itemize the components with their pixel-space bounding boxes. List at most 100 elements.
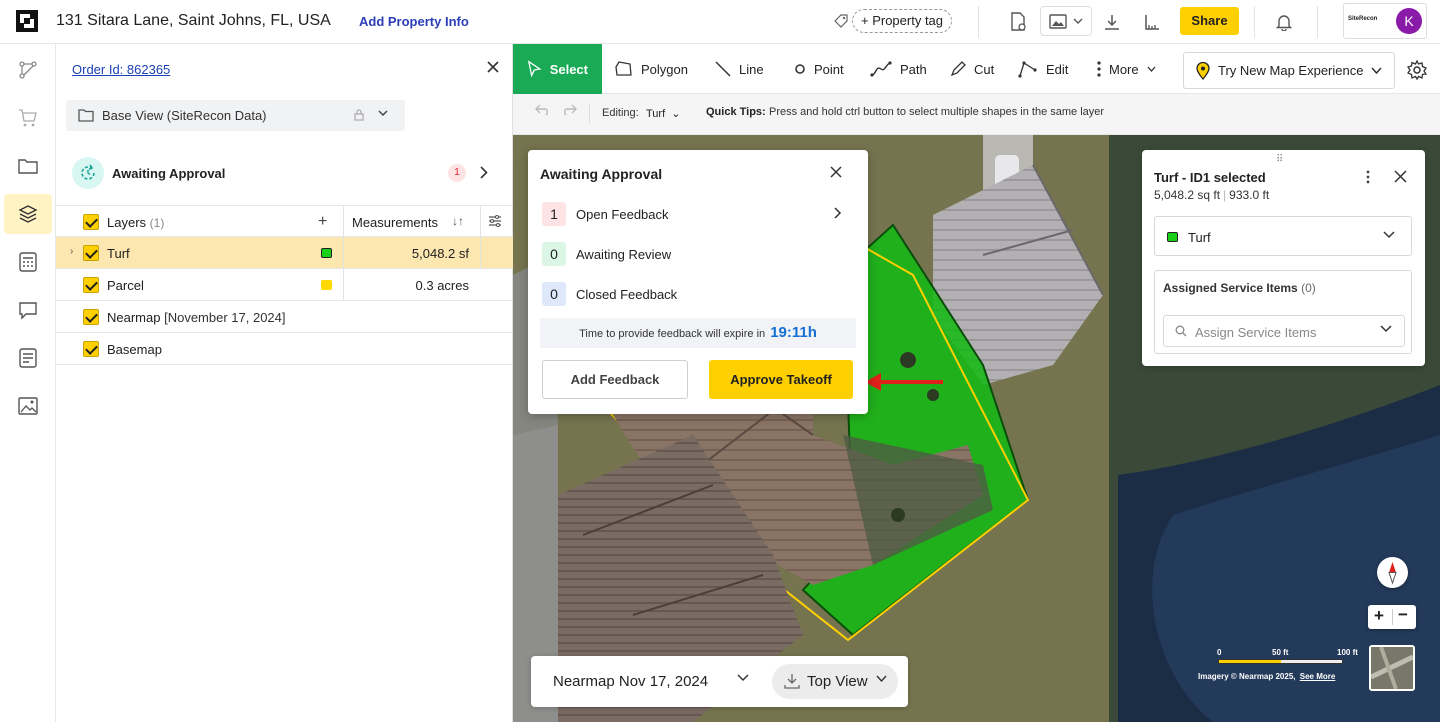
more-tool[interactable]: More [1097, 44, 1156, 94]
column-divider [343, 269, 344, 301]
rail-cart-icon[interactable] [4, 98, 52, 138]
base-view-selector[interactable]: Base View (SiteRecon Data) [66, 100, 405, 131]
approve-takeoff-button[interactable]: Approve Takeoff [709, 360, 853, 399]
select-tool-label: Select [549, 61, 588, 77]
layer-checkbox[interactable] [83, 277, 99, 293]
layer-measurement: 5,048.2 sf [411, 246, 469, 261]
share-button[interactable]: Share [1180, 7, 1239, 35]
gear-icon[interactable] [1407, 60, 1427, 80]
column-settings-icon[interactable] [488, 214, 502, 228]
point-tool-label: Point [814, 61, 844, 77]
redo-icon[interactable] [561, 104, 577, 116]
close-icon[interactable] [830, 166, 842, 178]
property-address: 131 Sitara Lane, Saint Johns, FL, USA [56, 12, 331, 29]
awaiting-review-label: Awaiting Review [576, 247, 672, 262]
view-mode-dropdown[interactable]: Top View [772, 664, 898, 699]
awaiting-approval-row[interactable]: Awaiting Approval 1 [56, 148, 513, 198]
chevron-right-icon [834, 207, 842, 219]
popup-title: Awaiting Approval [540, 166, 663, 182]
base-view-label: Base View (SiteRecon Data) [102, 108, 267, 123]
cut-tool[interactable]: Cut [950, 44, 994, 94]
image-dropdown[interactable] [1040, 6, 1092, 36]
sort-icon[interactable]: ↓↑ [452, 214, 464, 228]
bell-icon[interactable] [1272, 10, 1296, 34]
kebab-icon [1097, 61, 1101, 77]
layer-row-parcel[interactable]: Parcel 0.3 acres [56, 269, 513, 301]
try-new-map-experience-dropdown[interactable]: Try New Map Experience [1183, 52, 1395, 89]
chevron-down-icon[interactable] [737, 674, 749, 682]
approval-count-badge: 1 [448, 164, 466, 182]
layer-checkbox[interactable] [83, 309, 99, 325]
layer-checkbox[interactable] [83, 341, 99, 357]
edit-tool-label: Edit [1046, 61, 1069, 77]
layer-checkbox[interactable] [83, 245, 99, 261]
rail-chat-icon[interactable] [4, 290, 52, 330]
edit-tool[interactable]: Edit [1018, 44, 1068, 94]
scale-bar-graphic [1218, 659, 1343, 664]
chevron-down-icon [1371, 67, 1383, 74]
zoom-out-button[interactable]: − [1398, 605, 1408, 625]
rail-calculator-icon[interactable] [4, 242, 52, 282]
siterecon-logo-icon[interactable] [16, 10, 38, 32]
scale-tick-0: 0 [1217, 648, 1222, 657]
selection-measurements: 5,048.2 sq ft | 933.0 ft [1154, 188, 1270, 202]
left-rail [0, 44, 56, 722]
rail-notes-icon[interactable] [4, 338, 52, 378]
download-icon[interactable] [1100, 10, 1124, 34]
rail-folder-icon[interactable] [4, 146, 52, 186]
layer-name: Turf [107, 246, 130, 261]
layer-row-turf[interactable]: › Turf 5,048.2 sf [56, 237, 513, 269]
rail-layers-icon[interactable] [4, 194, 52, 234]
layer-row-basemap[interactable]: Basemap [56, 333, 513, 365]
kebab-icon[interactable] [1366, 170, 1370, 184]
expand-icon[interactable]: › [70, 246, 73, 257]
avatar[interactable]: K [1396, 8, 1422, 34]
drag-handle-icon[interactable]: ⠿ [1276, 154, 1284, 165]
selection-info-card: ⠿ Turf - ID1 selected 5,048.2 sq ft | 933.… [1142, 150, 1425, 366]
property-tag-button[interactable]: + Property tag [852, 9, 953, 33]
undo-icon[interactable] [535, 104, 551, 116]
imagery-date-select[interactable]: Nearmap Nov 17, 2024 [553, 673, 708, 690]
rail-gallery-icon[interactable] [4, 386, 52, 426]
basemap-switcher-thumbnail[interactable] [1369, 645, 1415, 691]
more-tool-label: More [1109, 61, 1139, 77]
close-icon[interactable] [1394, 170, 1407, 183]
select-tool[interactable]: Select [513, 44, 602, 94]
chevron-right-icon[interactable] [480, 166, 488, 179]
zoom-in-button[interactable]: + [1374, 606, 1384, 626]
close-icon[interactable] [486, 60, 500, 74]
account-brand-logo: SiteRecon [1348, 16, 1378, 22]
assigned-service-items-box: Assigned Service Items (0) Assign Servic… [1154, 270, 1412, 354]
open-feedback-row[interactable]: 1 Open Feedback [542, 202, 852, 226]
divider [1317, 6, 1318, 38]
see-more-link[interactable]: See More [1300, 672, 1336, 681]
edit-icon [1018, 61, 1037, 78]
layer-row-nearmap[interactable]: Nearmap [November 17, 2024] [56, 301, 513, 333]
polygon-tool[interactable]: Polygon [615, 44, 688, 94]
path-tool[interactable]: Path [870, 44, 927, 94]
account-menu[interactable]: SiteRecon K [1343, 3, 1427, 39]
layers-select-all-checkbox[interactable] [83, 214, 99, 230]
compass-icon[interactable] [1377, 557, 1408, 588]
order-id-link[interactable]: Order Id: 862365 [72, 62, 170, 77]
line-icon [715, 61, 731, 77]
add-feedback-button[interactable]: Add Feedback [542, 360, 688, 399]
expiry-text: Time to provide feedback will expire in [579, 328, 766, 340]
line-tool[interactable]: Line [715, 44, 764, 94]
folder-icon [78, 109, 94, 122]
rail-workflow-icon[interactable] [4, 50, 52, 90]
assign-service-items-input[interactable]: Assign Service Items [1163, 315, 1405, 347]
layer-select-dropdown[interactable]: Turf [1154, 216, 1412, 256]
add-property-info-link[interactable]: Add Property Info [359, 14, 469, 29]
quick-tips-text: Press and hold ctrl button to select mul… [769, 106, 1105, 118]
closed-feedback-row: 0 Closed Feedback [542, 282, 852, 306]
awaiting-review-count: 0 [542, 242, 566, 266]
document-settings-icon[interactable] [1006, 10, 1030, 34]
point-tool[interactable]: Point [794, 44, 844, 94]
divider [978, 6, 979, 38]
measure-tool-icon[interactable] [1140, 10, 1164, 34]
awaiting-review-row: 0 Awaiting Review [542, 242, 852, 266]
editing-layer-select[interactable]: Turf ⌄ [646, 107, 681, 120]
awaiting-approval-popup: Awaiting Approval 1 Open Feedback 0 Awai… [528, 150, 868, 414]
add-layer-icon[interactable]: + [318, 213, 327, 231]
